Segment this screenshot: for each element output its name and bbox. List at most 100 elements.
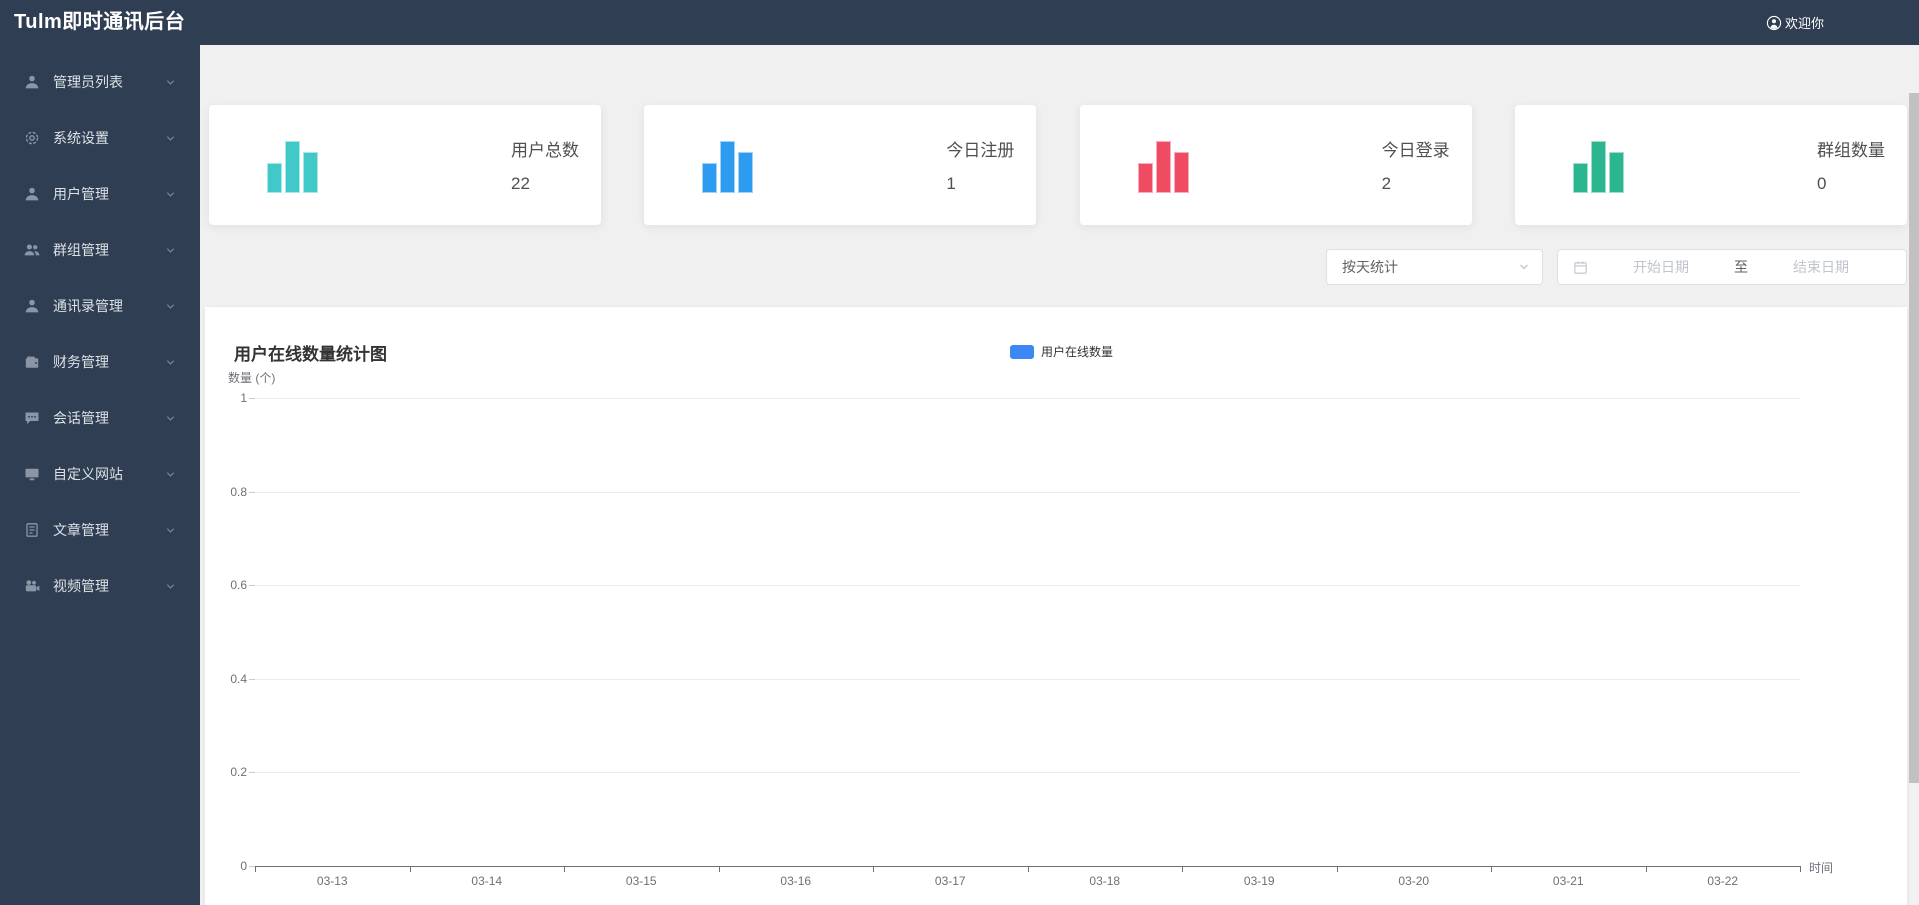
y-axis-tick-label: 0.2 [230, 765, 247, 780]
stat-label: 今日注册 [946, 141, 1015, 160]
chart-panel: 用户在线数量统计图 用户在线数量 数量 (个) 时间 0 0.2 0.4 0.6 0.8… [205, 307, 1907, 905]
sidebar-item-label: 用户管理 [53, 186, 109, 202]
contacts-user-icon [25, 299, 39, 313]
chevron-down-icon [166, 359, 175, 365]
legend-label: 用户在线数量 [1041, 345, 1114, 359]
bar-chart-icon [702, 138, 754, 193]
calendar-icon [1574, 261, 1587, 274]
x-axis-tick-label: 03-22 [1707, 874, 1739, 888]
chevron-down-icon [1520, 264, 1528, 270]
chevron-down-icon [166, 583, 175, 589]
stat-value: 2 [1381, 174, 1392, 193]
stat-card-group-count: 群组数量 0 [1514, 105, 1907, 225]
x-axis-tick [1645, 867, 1647, 872]
period-select[interactable]: 按天统计 [1326, 249, 1543, 285]
y-axis-tick [249, 678, 255, 680]
x-axis-tick [255, 867, 256, 872]
x-axis-tick-label: 03-14 [471, 874, 503, 888]
x-axis-tick-label: 03-16 [780, 874, 812, 888]
scrollbar-thumb[interactable] [1909, 93, 1919, 783]
x-axis-tick [564, 867, 565, 872]
chat-bubble-icon [25, 412, 39, 424]
sidebar-item-custom-website[interactable]: 自定义网站 [0, 446, 200, 502]
end-date-input[interactable]: 结束日期 [1748, 257, 1894, 277]
y-axis-tick-label: 0.4 [230, 671, 247, 686]
period-select-value: 按天统计 [1342, 259, 1398, 275]
sidebar: 管理员列表 系统设置 用户管理 群组管理 通讯录管理 财务管理 会话管理 自定义… [0, 45, 200, 905]
x-axis-tick-label: 03-13 [316, 874, 348, 888]
y-axis-tick [249, 491, 255, 493]
chevron-down-icon [166, 303, 175, 309]
sidebar-item-label: 文章管理 [53, 522, 109, 538]
sidebar-item-article-management[interactable]: 文章管理 [0, 502, 200, 558]
y-axis-name: 数量 (个) [228, 371, 276, 385]
stat-label: 群组数量 [1816, 141, 1885, 160]
x-axis-tick [409, 867, 411, 872]
bar-chart-icon [267, 138, 318, 193]
stat-value: 1 [946, 174, 956, 193]
chevron-down-icon [166, 247, 175, 253]
sidebar-item-session-management[interactable]: 会话管理 [0, 390, 200, 446]
video-camera-icon [25, 580, 40, 592]
x-axis-tick [1027, 867, 1029, 872]
chevron-down-icon [166, 191, 175, 197]
sidebar-item-label: 系统设置 [53, 130, 109, 146]
x-axis-tick [1491, 867, 1492, 872]
gridline [255, 678, 1800, 680]
start-date-input[interactable]: 开始日期 [1588, 257, 1734, 277]
chart-title: 用户在线数量统计图 [234, 345, 387, 364]
sidebar-item-user-management[interactable]: 用户管理 [0, 166, 200, 222]
x-axis-tick [1182, 867, 1183, 872]
stat-label: 用户总数 [511, 141, 579, 160]
date-range-picker[interactable]: 开始日期 至 结束日期 [1557, 249, 1907, 285]
y-axis-tick [249, 772, 255, 774]
sidebar-item-label: 通讯录管理 [53, 298, 123, 314]
stat-cards-row: 用户总数 22 今日注册 1 今日登录 2 群组数量 0 [209, 105, 1907, 225]
sidebar-item-contacts-management[interactable]: 通讯录管理 [0, 278, 200, 334]
bar-chart-icon [1572, 138, 1624, 193]
chevron-down-icon [166, 527, 175, 533]
sidebar-item-label: 自定义网站 [53, 466, 123, 482]
gridline [255, 398, 1800, 399]
welcome-text: 欢迎你 [1784, 16, 1824, 31]
y-axis-tick-label: 0 [240, 859, 247, 873]
date-range-separator: 至 [1734, 259, 1748, 275]
sidebar-item-video-management[interactable]: 视频管理 [0, 558, 200, 614]
sidebar-item-finance-management[interactable]: 财务管理 [0, 334, 200, 390]
sidebar-item-admin-list[interactable]: 管理员列表 [0, 54, 200, 110]
app-title: Tulm即时通讯后台 [14, 11, 186, 33]
admin-user-icon [25, 75, 39, 89]
x-axis-tick-label: 03-18 [1089, 874, 1121, 888]
stat-card-today-registered: 今日注册 1 [644, 105, 1037, 225]
x-axis-tick [1336, 867, 1338, 872]
sidebar-item-label: 视频管理 [53, 578, 109, 594]
gridline [255, 585, 1800, 587]
sidebar-item-system-settings[interactable]: 系统设置 [0, 110, 200, 166]
x-axis-tick-label: 03-19 [1243, 874, 1275, 888]
sidebar-item-group-management[interactable]: 群组管理 [0, 222, 200, 278]
stat-card-total-users: 用户总数 22 [209, 105, 601, 225]
sidebar-item-label: 财务管理 [53, 354, 109, 370]
website-monitor-icon [25, 468, 39, 481]
welcome-user[interactable]: 欢迎你 [1766, 0, 1824, 45]
x-axis-tick-label: 03-21 [1552, 874, 1584, 888]
x-axis-tick [873, 867, 874, 872]
vertical-scrollbar[interactable] [1909, 90, 1919, 905]
y-axis-tick-label: 1 [240, 391, 247, 405]
y-axis-tick-label: 0.6 [230, 578, 247, 593]
sidebar-item-label: 管理员列表 [53, 74, 123, 90]
chevron-down-icon [166, 471, 175, 477]
user-circle-icon [1766, 15, 1782, 30]
stat-card-today-logins: 今日登录 2 [1079, 105, 1472, 225]
y-axis-tick [249, 585, 255, 587]
x-axis-tick-label: 03-20 [1398, 874, 1430, 888]
x-axis-tick [1800, 867, 1801, 872]
y-axis-tick [249, 398, 255, 399]
finance-wallet-icon [25, 356, 39, 368]
chart-legend[interactable]: 用户在线数量 [1010, 343, 1113, 360]
sidebar-item-label: 会话管理 [53, 410, 109, 426]
stat-value: 0 [1816, 174, 1827, 193]
stat-value: 22 [511, 174, 530, 193]
stat-label: 今日登录 [1381, 141, 1450, 160]
x-axis-tick-label: 03-17 [934, 874, 966, 888]
